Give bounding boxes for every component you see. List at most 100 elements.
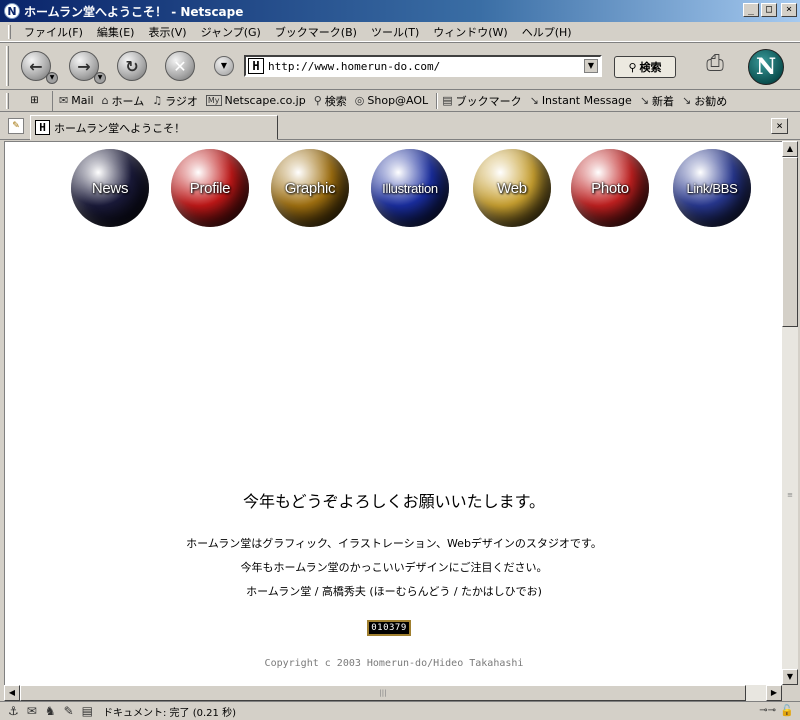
window-title-bar[interactable]: N ホームラン堂へようこそ！ - Netscape _ □ ×	[0, 0, 800, 22]
toolbar-item-label: ホーム	[111, 94, 145, 108]
scroll-right-button[interactable]: ▶	[766, 685, 782, 701]
access-counter: 010379	[367, 620, 411, 636]
toolbar-item-home[interactable]: ⌂ ホーム	[102, 93, 145, 109]
toolbar-item-new[interactable]: ↘ 新着	[640, 93, 674, 109]
nav-ball-illustration[interactable]: Illustration	[371, 149, 449, 227]
intro-line-3: ホームラン堂 / 高橋秀夫 (ほーむらんどう / たかはしひでお)	[246, 585, 542, 598]
nav-ball-row: News Profile Graphic Illustration Web Ph…	[71, 149, 761, 229]
forward-arrow-icon: →	[77, 56, 91, 76]
scroll-left-button[interactable]: ◀	[4, 685, 20, 701]
menu-file[interactable]: ファイル(F)	[17, 24, 90, 40]
stop-icon: ✕	[173, 56, 187, 76]
close-tab-button[interactable]: ×	[771, 118, 788, 134]
copyright-text: Copyright c 2003 Homerun-do/Hideo Takaha…	[264, 658, 524, 669]
toolbar-item-label: お勧め	[694, 94, 728, 108]
tab-toggle-button[interactable]: ⊞	[17, 90, 53, 111]
minimize-button[interactable]: _	[743, 3, 759, 17]
toolbar-item-search[interactable]: ⚲ 検索	[314, 93, 347, 109]
vertical-scrollbar[interactable]: ▲ ≡ ▼	[782, 141, 798, 685]
new-icon: ↘	[639, 94, 650, 107]
url-history-dropdown[interactable]: ▼	[584, 59, 598, 73]
personal-toolbar-grip[interactable]	[6, 92, 9, 109]
aim-icon[interactable]: ♞	[45, 704, 56, 718]
toolbar-item-label: 新着	[652, 94, 675, 108]
horizontal-scroll-thumb[interactable]: |||	[20, 685, 746, 701]
url-dropdown-button[interactable]: ▼	[214, 56, 234, 76]
close-window-button[interactable]: ×	[781, 3, 797, 17]
toolbar-item-label: Shop@AOL	[367, 94, 429, 107]
toolbar-item-label: Instant Message	[541, 94, 632, 107]
menu-bookmarks[interactable]: ブックマーク(B)	[268, 24, 364, 40]
magnifier-icon: ⚲	[628, 60, 637, 74]
scroll-up-button[interactable]: ▲	[782, 141, 798, 157]
reload-button[interactable]: ↻	[117, 51, 147, 81]
maximize-button[interactable]: □	[761, 3, 777, 17]
toolbar-item-shop[interactable]: ◎ Shop@AOL	[355, 94, 428, 107]
page-favicon-icon: H	[248, 58, 264, 74]
menu-help[interactable]: ヘルプ(H)	[515, 24, 579, 40]
toolbar-item-label: ラジオ	[165, 94, 198, 108]
vertical-scroll-thumb[interactable]	[782, 157, 798, 327]
status-text: ドキュメント: 完了 (0.21 秒)	[103, 707, 236, 719]
menu-window[interactable]: ウィンドウ(W)	[426, 24, 514, 40]
security-lock-icon[interactable]: 🔓	[780, 704, 794, 717]
mail-icon: ✉	[59, 94, 69, 107]
nav-ball-web[interactable]: Web	[473, 149, 551, 227]
intro-line-1: ホームラン堂はグラフィック、イラストレーション、Webデザインのスタジオです。	[186, 537, 602, 550]
toolbar-item-radio[interactable]: ♫ ラジオ	[152, 93, 198, 109]
toolbar-item-instant-message[interactable]: ↘ Instant Message	[530, 94, 632, 107]
search-button-label: 検索	[639, 61, 662, 74]
menu-view[interactable]: 表示(V)	[141, 24, 193, 40]
composer-icon[interactable]: ✎	[64, 704, 74, 718]
toolbar-item-label: Netscape.co.jp	[224, 94, 306, 107]
netscape-logo[interactable]: N	[748, 49, 784, 85]
window-title: ホームラン堂へようこそ！ - Netscape	[24, 4, 244, 19]
bookmark-icon: ▤	[442, 94, 453, 107]
new-tab-icon[interactable]: ✎	[8, 118, 24, 134]
menu-go[interactable]: ジャンプ(G)	[194, 24, 268, 40]
back-history-dropdown[interactable]: ▼	[46, 72, 58, 84]
mail-icon[interactable]: ✉	[27, 704, 37, 718]
recommend-icon: ↘	[682, 94, 692, 107]
address-book-icon[interactable]: ▤	[82, 704, 93, 718]
menu-bar: ファイル(F) 編集(E) 表示(V) ジャンプ(G) ブックマーク(B) ツー…	[0, 22, 800, 42]
back-button[interactable]: ← ▼	[21, 51, 58, 84]
scroll-down-button[interactable]: ▼	[782, 669, 798, 685]
toolbar-item-recommend[interactable]: ↘ お勧め	[682, 93, 727, 109]
forward-history-dropdown[interactable]: ▼	[94, 72, 106, 84]
print-icon[interactable]: ⎙	[698, 51, 732, 81]
nav-ball-profile[interactable]: Profile	[171, 149, 249, 227]
stop-button[interactable]: ✕	[165, 51, 195, 81]
toolbar-item-mail[interactable]: ✉ Mail	[59, 94, 94, 107]
menu-tools[interactable]: ツール(T)	[364, 24, 426, 40]
scroll-grip-icon: ≡	[787, 491, 793, 499]
greeting-text: 今年もどうぞよろしくお願いいたします。	[242, 492, 546, 511]
back-arrow-icon: ←	[29, 56, 43, 76]
navbar-grip[interactable]	[6, 46, 9, 86]
shop-icon: ◎	[354, 94, 365, 107]
url-bar[interactable]: H http://www.homerun-do.com/ ▼	[244, 55, 602, 77]
toolbar-item-label: 検索	[324, 94, 347, 108]
nav-ball-link-bbs[interactable]: Link/BBS	[673, 149, 751, 227]
toolbar-item-netscape[interactable]: My Netscape.co.jp	[205, 94, 306, 107]
tab-strip: ✎ H ホームラン堂へようこそ！ ×	[0, 112, 800, 140]
horizontal-scrollbar[interactable]: ◀ ||| ▶	[4, 685, 782, 701]
search-button[interactable]: ⚲ 検索	[614, 56, 676, 78]
radio-icon: ♫	[152, 94, 163, 107]
tab-title: ホームラン堂へようこそ！	[54, 121, 186, 135]
nav-ball-news[interactable]: News	[71, 149, 149, 227]
url-input[interactable]: http://www.homerun-do.com/	[268, 60, 584, 73]
reload-icon: ↻	[125, 56, 139, 76]
navigator-icon[interactable]: ⚓	[8, 704, 19, 718]
tab-homerun[interactable]: H ホームラン堂へようこそ！	[30, 115, 278, 140]
status-bar: ⚓ ✉ ♞ ✎ ▤ ドキュメント: 完了 (0.21 秒) ⊸⊸ 🔓	[0, 701, 800, 720]
netscape-app-icon[interactable]: N	[4, 3, 20, 19]
menu-edit[interactable]: 編集(E)	[90, 24, 142, 40]
forward-button[interactable]: → ▼	[69, 51, 106, 84]
nav-ball-graphic[interactable]: Graphic	[271, 149, 349, 227]
toolbar-item-bookmarks[interactable]: ▤ ブックマーク	[442, 93, 521, 109]
nav-ball-photo[interactable]: Photo	[571, 149, 649, 227]
personal-toolbar: ⊞ ✉ Mail ⌂ ホーム ♫ ラジオ My Netscape.co.jp ⚲…	[0, 90, 800, 112]
menubar-grip[interactable]	[8, 24, 11, 39]
connection-icon: ⊸⊸	[759, 705, 776, 716]
